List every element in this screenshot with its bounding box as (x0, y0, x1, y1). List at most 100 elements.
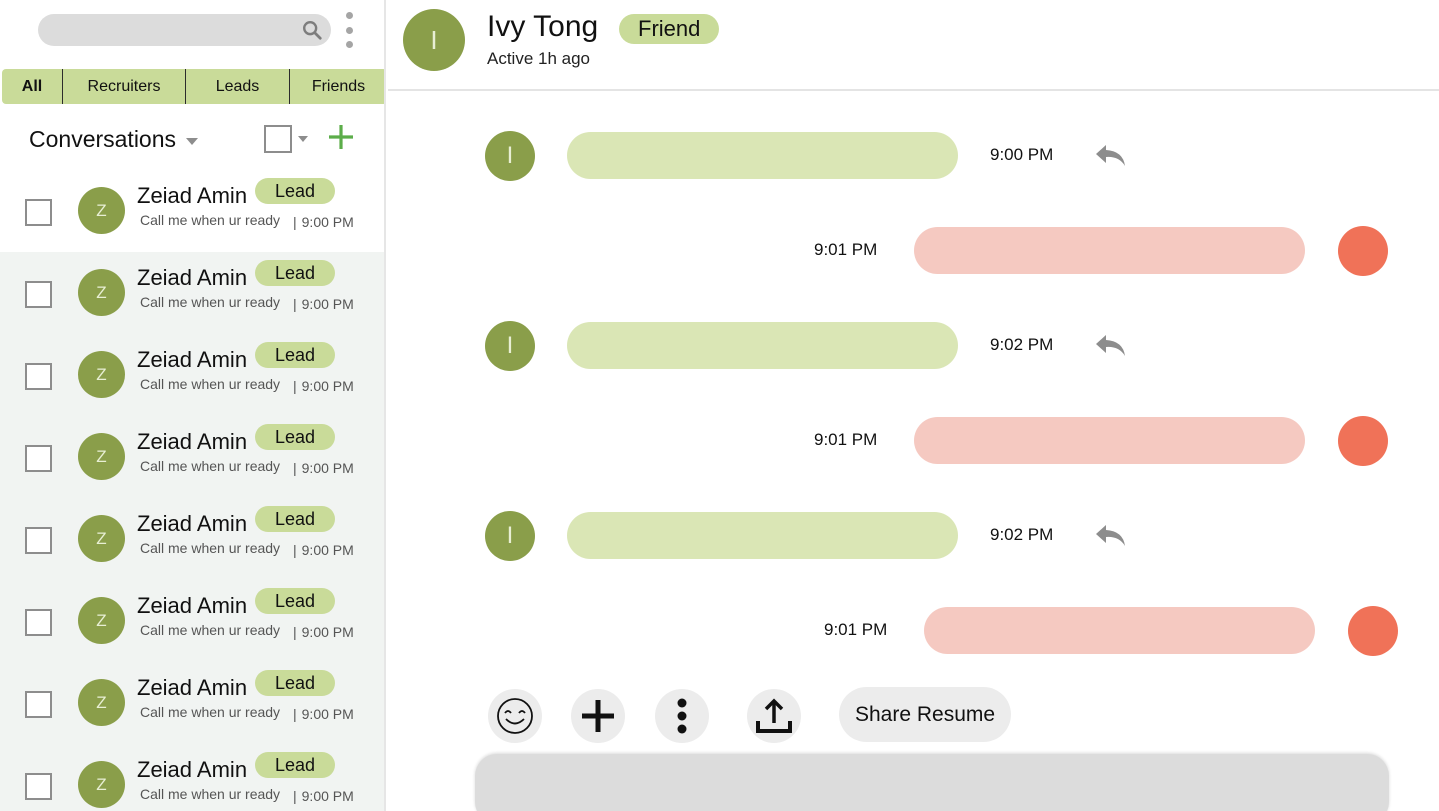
tag-badge: Lead (255, 424, 336, 450)
more-vertical-icon (677, 698, 687, 734)
upload-button[interactable] (747, 689, 801, 743)
message-preview: Call me when ur ready (140, 294, 281, 310)
select-menu-chevron-icon[interactable] (298, 136, 308, 142)
avatar[interactable]: Z (78, 187, 125, 234)
upload-icon (756, 698, 792, 733)
timestamp: 9:00 PM (293, 788, 354, 804)
contact-name: Zeiad Amin (137, 347, 248, 372)
more-options-button[interactable] (655, 689, 709, 743)
conversations-dropdown[interactable]: Conversations (29, 126, 199, 153)
incoming-message: I 9:02 PM (388, 511, 1439, 561)
avatar[interactable] (1338, 226, 1388, 276)
message-preview: Call me when ur ready (140, 622, 281, 638)
conversation-checkbox[interactable] (25, 773, 52, 800)
contact-name: Zeiad Amin (137, 183, 248, 208)
conversation-checkbox[interactable] (25, 199, 52, 226)
timestamp: 9:00 PM (293, 214, 354, 230)
select-all-checkbox[interactable] (264, 125, 292, 153)
avatar[interactable] (1348, 606, 1398, 656)
outgoing-message: 9:01 PM (388, 416, 1439, 466)
conversation-checkbox[interactable] (25, 691, 52, 718)
add-conversation-icon[interactable] (326, 122, 356, 152)
message-preview: Call me when ur ready (140, 540, 281, 556)
tag-badge: Lead (255, 260, 336, 286)
avatar[interactable]: Z (78, 269, 125, 316)
message-bubble[interactable] (924, 607, 1315, 654)
search-input[interactable] (38, 14, 331, 46)
avatar[interactable]: I (485, 511, 535, 561)
conversation-checkbox[interactable] (25, 363, 52, 390)
timestamp: 9:00 PM (293, 296, 354, 312)
list-item[interactable]: Z Zeiad Amin Lead Call me when ur ready … (0, 580, 384, 662)
search-icon[interactable] (301, 19, 323, 41)
tag-badge: Lead (255, 178, 336, 204)
list-item[interactable]: Z Zeiad Amin Lead Call me when ur ready … (0, 334, 384, 416)
incoming-message: I 9:02 PM (388, 321, 1439, 371)
timestamp: 9:00 PM (293, 460, 354, 476)
timestamp: 9:00 PM (293, 624, 354, 640)
conversation-checkbox[interactable] (25, 281, 52, 308)
message-preview: Call me when ur ready (140, 786, 281, 802)
message-bubble[interactable] (567, 512, 958, 559)
avatar[interactable]: I (485, 321, 535, 371)
list-item[interactable]: Z Zeiad Amin Lead Call me when ur ready … (0, 498, 384, 580)
conversation-checkbox[interactable] (25, 527, 52, 554)
contact-name: Zeiad Amin (137, 511, 248, 536)
list-item[interactable]: Z Zeiad Amin Lead Call me when ur ready … (0, 744, 384, 811)
emoji-button[interactable] (488, 689, 542, 743)
avatar[interactable]: Z (78, 597, 125, 644)
avatar[interactable]: I (403, 9, 465, 71)
message-preview: Call me when ur ready (140, 212, 281, 228)
conversations-label: Conversations (29, 126, 177, 152)
avatar[interactable]: Z (78, 761, 125, 808)
tab-recruiters[interactable]: Recruiters (63, 69, 186, 104)
avatar[interactable]: Z (78, 351, 125, 398)
reply-icon[interactable] (1093, 142, 1127, 168)
tag-badge: Lead (255, 506, 336, 532)
contact-name: Zeiad Amin (137, 429, 248, 454)
message-time: 9:00 PM (990, 145, 1054, 164)
sidebar: All Recruiters Leads Friends Conversatio… (0, 0, 386, 811)
tab-all[interactable]: All (2, 69, 63, 104)
avatar[interactable]: Z (78, 433, 125, 480)
contact-name: Zeiad Amin (137, 675, 248, 700)
contact-name: Zeiad Amin (137, 593, 248, 618)
tag-badge: Lead (255, 588, 336, 614)
plus-icon (582, 700, 614, 732)
message-bubble[interactable] (567, 132, 958, 179)
message-time: 9:01 PM (814, 430, 878, 449)
emoji-icon (497, 698, 533, 734)
list-item[interactable]: Z Zeiad Amin Lead Call me when ur ready … (0, 416, 384, 498)
filter-tabs: All Recruiters Leads Friends (2, 69, 384, 104)
messaging-app: All Recruiters Leads Friends Conversatio… (0, 0, 1439, 811)
tab-friends[interactable]: Friends (290, 69, 384, 104)
message-preview: Call me when ur ready (140, 376, 281, 392)
reply-icon[interactable] (1093, 332, 1127, 358)
avatar[interactable]: Z (78, 515, 125, 562)
chat-panel: I Ivy Tong Friend Active 1h ago I 9:00 P… (388, 0, 1439, 811)
conversation-checkbox[interactable] (25, 609, 52, 636)
tag-badge: Lead (255, 670, 336, 696)
conversation-checkbox[interactable] (25, 445, 52, 472)
message-bubble[interactable] (914, 417, 1305, 464)
avatar[interactable]: Z (78, 679, 125, 726)
reply-icon[interactable] (1093, 522, 1127, 548)
contact-status: Active 1h ago (487, 49, 591, 68)
sidebar-menu-icon[interactable] (342, 12, 356, 48)
timestamp: 9:00 PM (293, 378, 354, 394)
tab-leads[interactable]: Leads (186, 69, 290, 104)
avatar[interactable] (1338, 416, 1388, 466)
conversation-list: Z Zeiad Amin Lead Call me when ur ready … (0, 170, 384, 811)
share-resume-button[interactable]: Share Resume (839, 687, 1012, 742)
attach-button[interactable] (571, 689, 625, 743)
message-bubble[interactable] (567, 322, 958, 369)
list-item[interactable]: Z Zeiad Amin Lead Call me when ur ready … (0, 252, 384, 334)
message-time: 9:02 PM (990, 525, 1054, 544)
list-item[interactable]: Z Zeiad Amin Lead Call me when ur ready … (0, 662, 384, 744)
message-preview: Call me when ur ready (140, 458, 281, 474)
message-bubble[interactable] (914, 227, 1305, 274)
timestamp: 9:00 PM (293, 706, 354, 722)
list-item[interactable]: Z Zeiad Amin Lead Call me when ur ready … (0, 170, 384, 252)
avatar[interactable]: I (485, 131, 535, 181)
message-input[interactable] (475, 754, 1389, 811)
